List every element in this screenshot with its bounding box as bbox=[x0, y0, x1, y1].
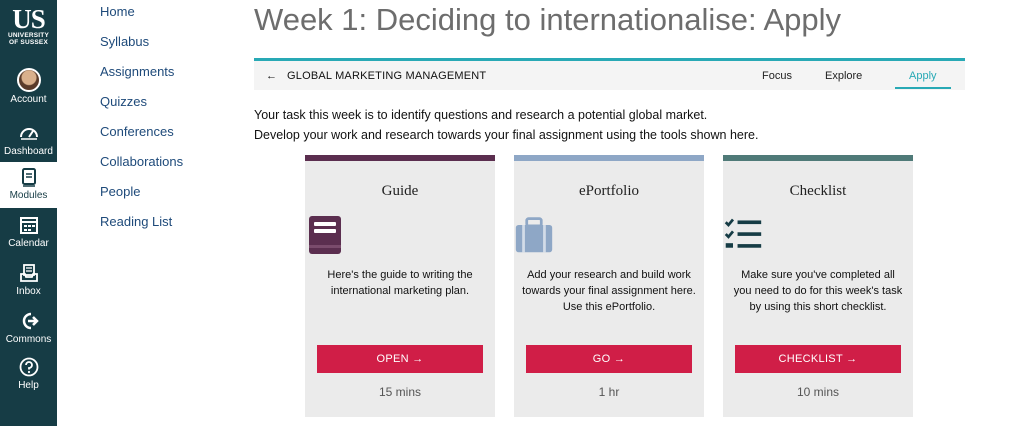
logo-mark: US bbox=[12, 4, 46, 34]
page-title: Week 1: Deciding to internationalise: Ap… bbox=[254, 2, 842, 37]
card-stripe bbox=[723, 155, 913, 161]
course-nav-home[interactable]: Home bbox=[100, 2, 183, 32]
arrow-right-icon: → bbox=[846, 353, 858, 365]
card-guide: Guide Here's the guide to writing the in… bbox=[305, 155, 495, 417]
nav-modules[interactable]: Modules bbox=[0, 162, 57, 208]
open-button[interactable]: OPEN → bbox=[317, 345, 483, 373]
course-nav-collaborations[interactable]: Collaborations bbox=[100, 152, 183, 182]
nav-help[interactable]: Help bbox=[0, 356, 57, 391]
course-nav-quizzes[interactable]: Quizzes bbox=[100, 92, 183, 122]
nav-calendar-label: Calendar bbox=[8, 238, 49, 249]
nav-commons[interactable]: Commons bbox=[0, 310, 57, 345]
course-nav-reading-list[interactable]: Reading List bbox=[100, 212, 183, 242]
briefcase-icon bbox=[515, 217, 553, 253]
module-topbar: ← GLOBAL MARKETING MANAGEMENT Focus Expl… bbox=[254, 58, 965, 90]
open-button-label: OPEN bbox=[376, 353, 409, 365]
course-nav-conferences[interactable]: Conferences bbox=[100, 122, 183, 152]
intro-text: Your task this week is to identify quest… bbox=[254, 105, 758, 145]
card-description: Make sure you've completed all you need … bbox=[733, 269, 903, 313]
go-button-label: GO bbox=[592, 353, 611, 365]
commons-icon bbox=[22, 312, 39, 330]
course-nav-assignments[interactable]: Assignments bbox=[100, 62, 183, 92]
logo-line2: OF SUSSEX bbox=[8, 39, 48, 46]
card-stripe bbox=[305, 155, 495, 161]
go-button[interactable]: GO → bbox=[526, 345, 692, 373]
card-description: Here's the guide to writing the internat… bbox=[327, 269, 473, 297]
course-nav-people[interactable]: People bbox=[100, 182, 183, 212]
back-arrow-icon[interactable]: ← bbox=[266, 70, 277, 82]
modules-icon bbox=[21, 168, 36, 187]
checklist-button[interactable]: CHECKLIST → bbox=[735, 345, 901, 373]
nav-account[interactable]: Account bbox=[0, 68, 57, 105]
help-icon bbox=[19, 357, 38, 377]
nav-help-label: Help bbox=[18, 380, 39, 391]
inbox-icon bbox=[19, 264, 38, 282]
card-checklist: Checklist Make sure you've completed all… bbox=[723, 155, 913, 417]
card-eportfolio: ePortfolio Add your research and build w… bbox=[514, 155, 704, 417]
course-nav-syllabus[interactable]: Syllabus bbox=[100, 32, 183, 62]
nav-calendar[interactable]: Calendar bbox=[0, 214, 57, 249]
card-stripe bbox=[514, 155, 704, 161]
card-description: Add your research and build work towards… bbox=[522, 269, 696, 313]
global-nav-rail: US UNIVERSITY OF SUSSEX Account Dashboar… bbox=[0, 0, 57, 426]
card-title: Guide bbox=[381, 183, 419, 199]
tab-focus[interactable]: Focus bbox=[762, 70, 792, 82]
arrow-right-icon: → bbox=[613, 353, 626, 365]
active-tab-underline bbox=[895, 87, 951, 89]
course-nav: Home Syllabus Assignments Quizzes Confer… bbox=[100, 0, 183, 242]
calendar-icon bbox=[19, 217, 38, 234]
nav-commons-label: Commons bbox=[5, 334, 52, 345]
card-title: ePortfolio bbox=[579, 183, 639, 199]
card-time: 15 mins bbox=[378, 385, 422, 399]
card-time: 1 hr bbox=[598, 385, 620, 399]
logo-line1: UNIVERSITY bbox=[7, 32, 49, 39]
card-title: Checklist bbox=[789, 183, 847, 199]
checklist-icon bbox=[724, 218, 762, 248]
intro-line-1: Your task this week is to identify quest… bbox=[254, 108, 708, 122]
nav-account-label: Account bbox=[10, 94, 47, 105]
checklist-button-label: CHECKLIST bbox=[778, 353, 843, 365]
book-icon bbox=[309, 216, 341, 254]
tab-apply[interactable]: Apply bbox=[909, 70, 937, 82]
nav-dashboard-label: Dashboard bbox=[4, 146, 53, 157]
tab-explore[interactable]: Explore bbox=[825, 70, 862, 82]
arrow-right-icon: → bbox=[412, 353, 424, 365]
nav-modules-label: Modules bbox=[9, 190, 48, 201]
university-logo[interactable]: US UNIVERSITY OF SUSSEX bbox=[0, 4, 57, 47]
nav-inbox-label: Inbox bbox=[16, 286, 41, 297]
intro-line-2: Develop your work and research towards y… bbox=[254, 128, 759, 142]
avatar-icon bbox=[16, 68, 41, 92]
card-time: 10 mins bbox=[796, 385, 840, 399]
nav-dashboard[interactable]: Dashboard bbox=[0, 122, 57, 157]
nav-inbox[interactable]: Inbox bbox=[0, 262, 57, 297]
dashboard-icon bbox=[19, 128, 38, 140]
course-name-link[interactable]: GLOBAL MARKETING MANAGEMENT bbox=[287, 70, 486, 82]
